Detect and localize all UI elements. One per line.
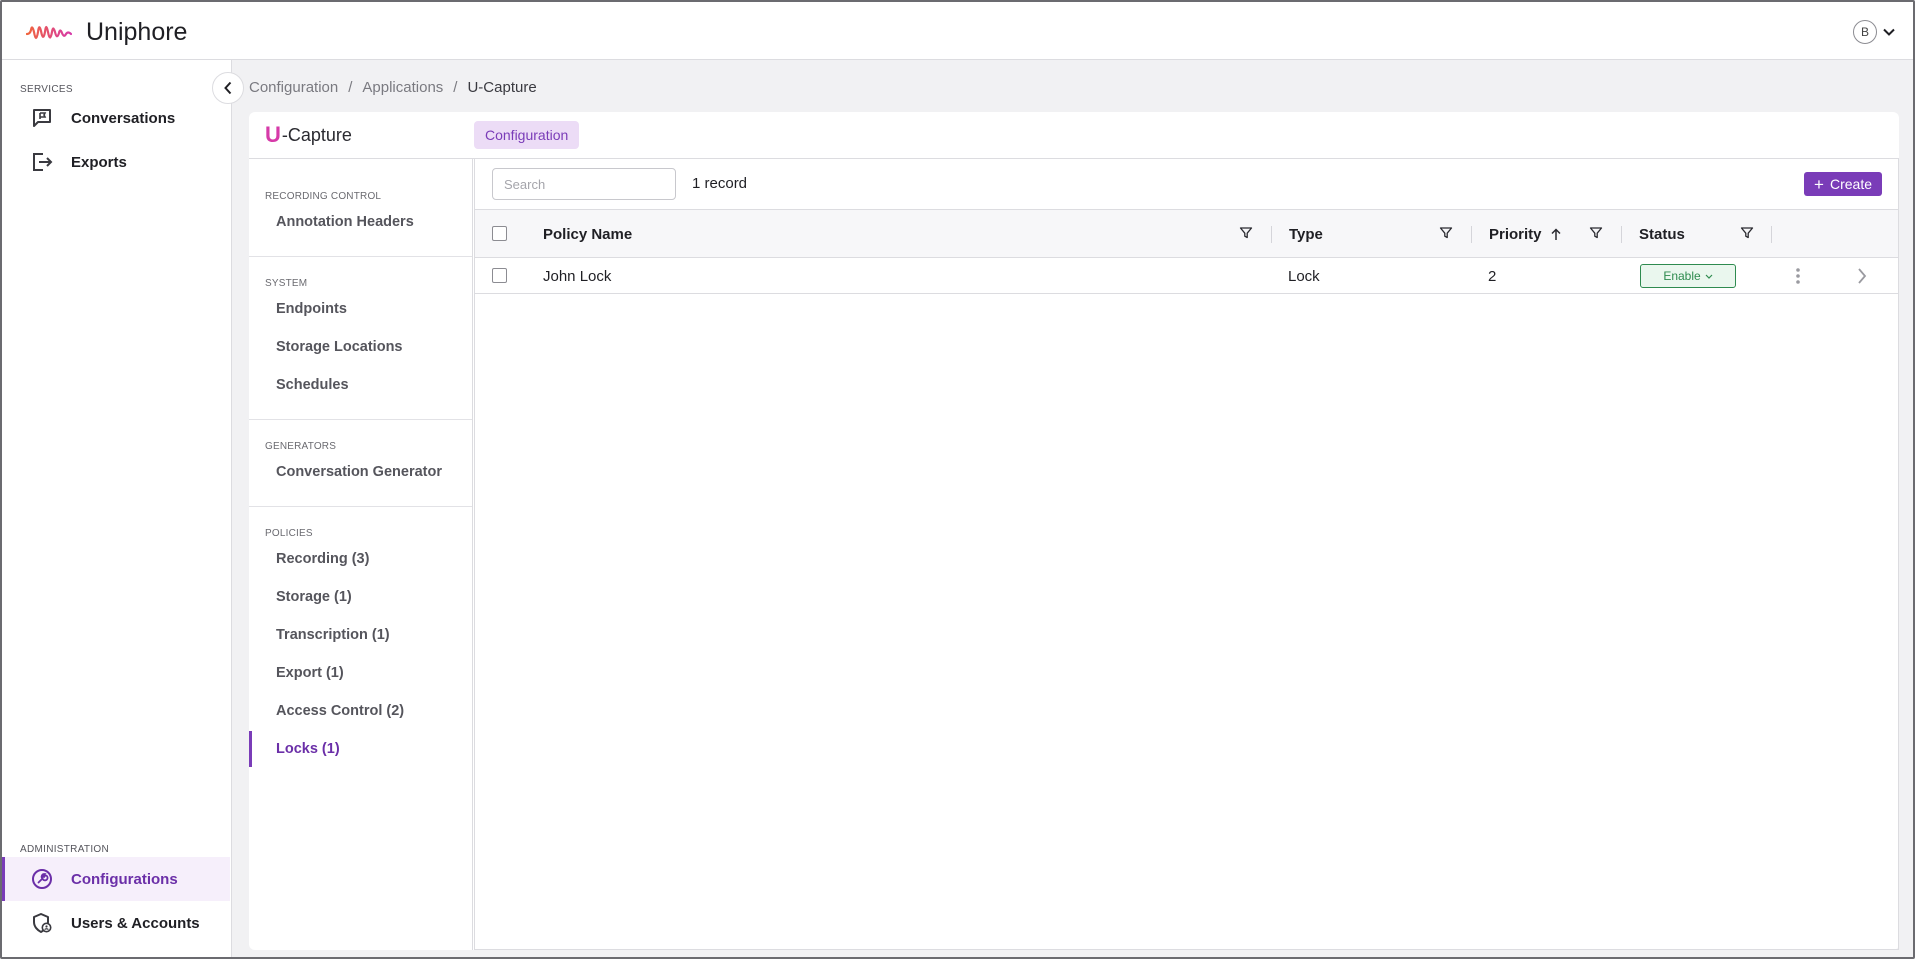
chevron-down-icon[interactable] [1883,28,1895,36]
subnav-section-policies: POLICIES [265,528,313,539]
subnav-section-recording-control: RECORDING CONTROL [265,191,382,202]
sidebar-item-exports[interactable]: Exports [2,140,230,184]
filter-icon[interactable] [1589,226,1603,240]
app-name: Uniphore [86,18,188,46]
subnav-item-annotation-headers[interactable]: Annotation Headers [249,204,472,240]
column-divider[interactable] [1771,226,1772,243]
cell-priority: 2 [1488,267,1497,285]
column-header-type[interactable]: Type [1289,210,1323,259]
u-capture-logo: U [265,122,281,147]
subnav-item-transcription[interactable]: Transcription (1) [249,617,472,653]
column-divider[interactable] [1471,226,1472,243]
breadcrumb-configuration[interactable]: Configuration [249,79,338,96]
app-title-text: -Capture [281,124,352,145]
export-icon [30,150,54,174]
subnav-item-locks[interactable]: Locks (1) [249,731,472,767]
chat-flag-icon [30,106,54,130]
record-count: 1 record [692,175,748,192]
collapse-sidebar-button[interactable] [212,72,244,104]
breadcrumb-u-capture: U-Capture [467,79,537,96]
cell-policy-name: John Lock [543,267,612,285]
nav-section-services: SERVICES [20,84,73,95]
column-header-policy-name[interactable]: Policy Name [543,210,632,259]
app-window: Uniphore B SERVICES Conversations Export… [0,0,1915,959]
breadcrumb-separator: / [348,79,353,96]
subnav-divider [249,256,472,257]
config-subnav: RECORDING CONTROL Annotation Headers SYS… [249,159,473,950]
subnav-item-access-control[interactable]: Access Control (2) [249,693,472,729]
chevron-right-icon[interactable] [1857,267,1867,285]
cell-type: Lock [1288,267,1320,285]
subnav-item-schedules[interactable]: Schedules [249,367,472,403]
tab-configuration[interactable]: Configuration [474,121,580,149]
avatar[interactable]: B [1853,20,1877,44]
filter-icon[interactable] [1740,226,1754,240]
subnav-item-export[interactable]: Export (1) [249,655,472,691]
subnav-section-generators: GENERATORS [265,441,337,452]
column-divider[interactable] [1621,226,1622,243]
table-header: Policy Name Type Priority Status [475,209,1898,258]
app-title: U -Capture [265,122,352,148]
brand-logo[interactable]: Uniphore [26,18,187,47]
status-dropdown[interactable]: Enable [1640,264,1736,288]
create-button-label: Create [1829,176,1872,192]
sidebar-item-label: Exports [71,153,127,171]
subnav-item-conversation-generator[interactable]: Conversation Generator [249,454,472,490]
search-input[interactable] [492,168,676,200]
policy-table-panel: 1 record + Create Policy Name Type Prior… [474,159,1899,950]
user-shield-icon [30,911,54,935]
subnav-item-endpoints[interactable]: Endpoints [249,291,472,327]
config-wrench-icon [30,867,54,891]
filter-icon[interactable] [1239,226,1253,240]
column-divider[interactable] [1271,226,1272,243]
sidebar-item-configurations[interactable]: Configurations [2,857,230,901]
subnav-item-storage[interactable]: Storage (1) [249,579,472,615]
status-value: Enable [1663,269,1701,283]
subnav-item-recording[interactable]: Recording (3) [249,541,472,577]
main-card: U -Capture Configuration RECORDING CONTR… [249,112,1899,950]
sidebar-item-label: Configurations [71,870,178,888]
sort-ascending-icon[interactable] [1550,228,1561,241]
top-bar: Uniphore B [2,2,1913,60]
plus-icon: + [1814,174,1824,194]
subnav-divider [249,506,472,507]
left-sidebar: SERVICES Conversations Exports ADMINISTR… [2,60,232,957]
sidebar-item-label: Conversations [71,109,176,127]
card-header: U -Capture Configuration [249,112,1899,159]
filter-icon[interactable] [1439,226,1453,240]
column-header-status[interactable]: Status [1639,210,1685,259]
user-menu[interactable]: B [1853,20,1895,44]
create-button[interactable]: + Create [1804,172,1882,196]
chevron-left-icon [224,81,232,95]
table-row[interactable]: John Lock Lock 2 Enable [475,258,1898,294]
sidebar-item-users-accounts[interactable]: Users & Accounts [2,901,230,945]
row-checkbox[interactable] [492,268,507,283]
nav-section-administration: ADMINISTRATION [20,844,110,855]
breadcrumb-separator: / [453,79,458,96]
sidebar-item-conversations[interactable]: Conversations [2,96,230,140]
chevron-down-icon [1705,274,1713,279]
select-all-checkbox[interactable] [492,226,507,241]
subnav-divider [249,419,472,420]
kebab-menu-icon[interactable] [1795,266,1801,286]
sidebar-item-label: Users & Accounts [71,914,200,932]
breadcrumb: Configuration / Applications / U-Capture [249,79,537,96]
breadcrumb-applications[interactable]: Applications [362,79,443,96]
subnav-item-storage-locations[interactable]: Storage Locations [249,329,472,365]
column-header-priority-label: Priority [1489,226,1542,243]
subnav-section-system: SYSTEM [265,278,308,289]
column-header-priority[interactable]: Priority [1489,210,1561,259]
uniphore-wave-icon [26,25,72,39]
